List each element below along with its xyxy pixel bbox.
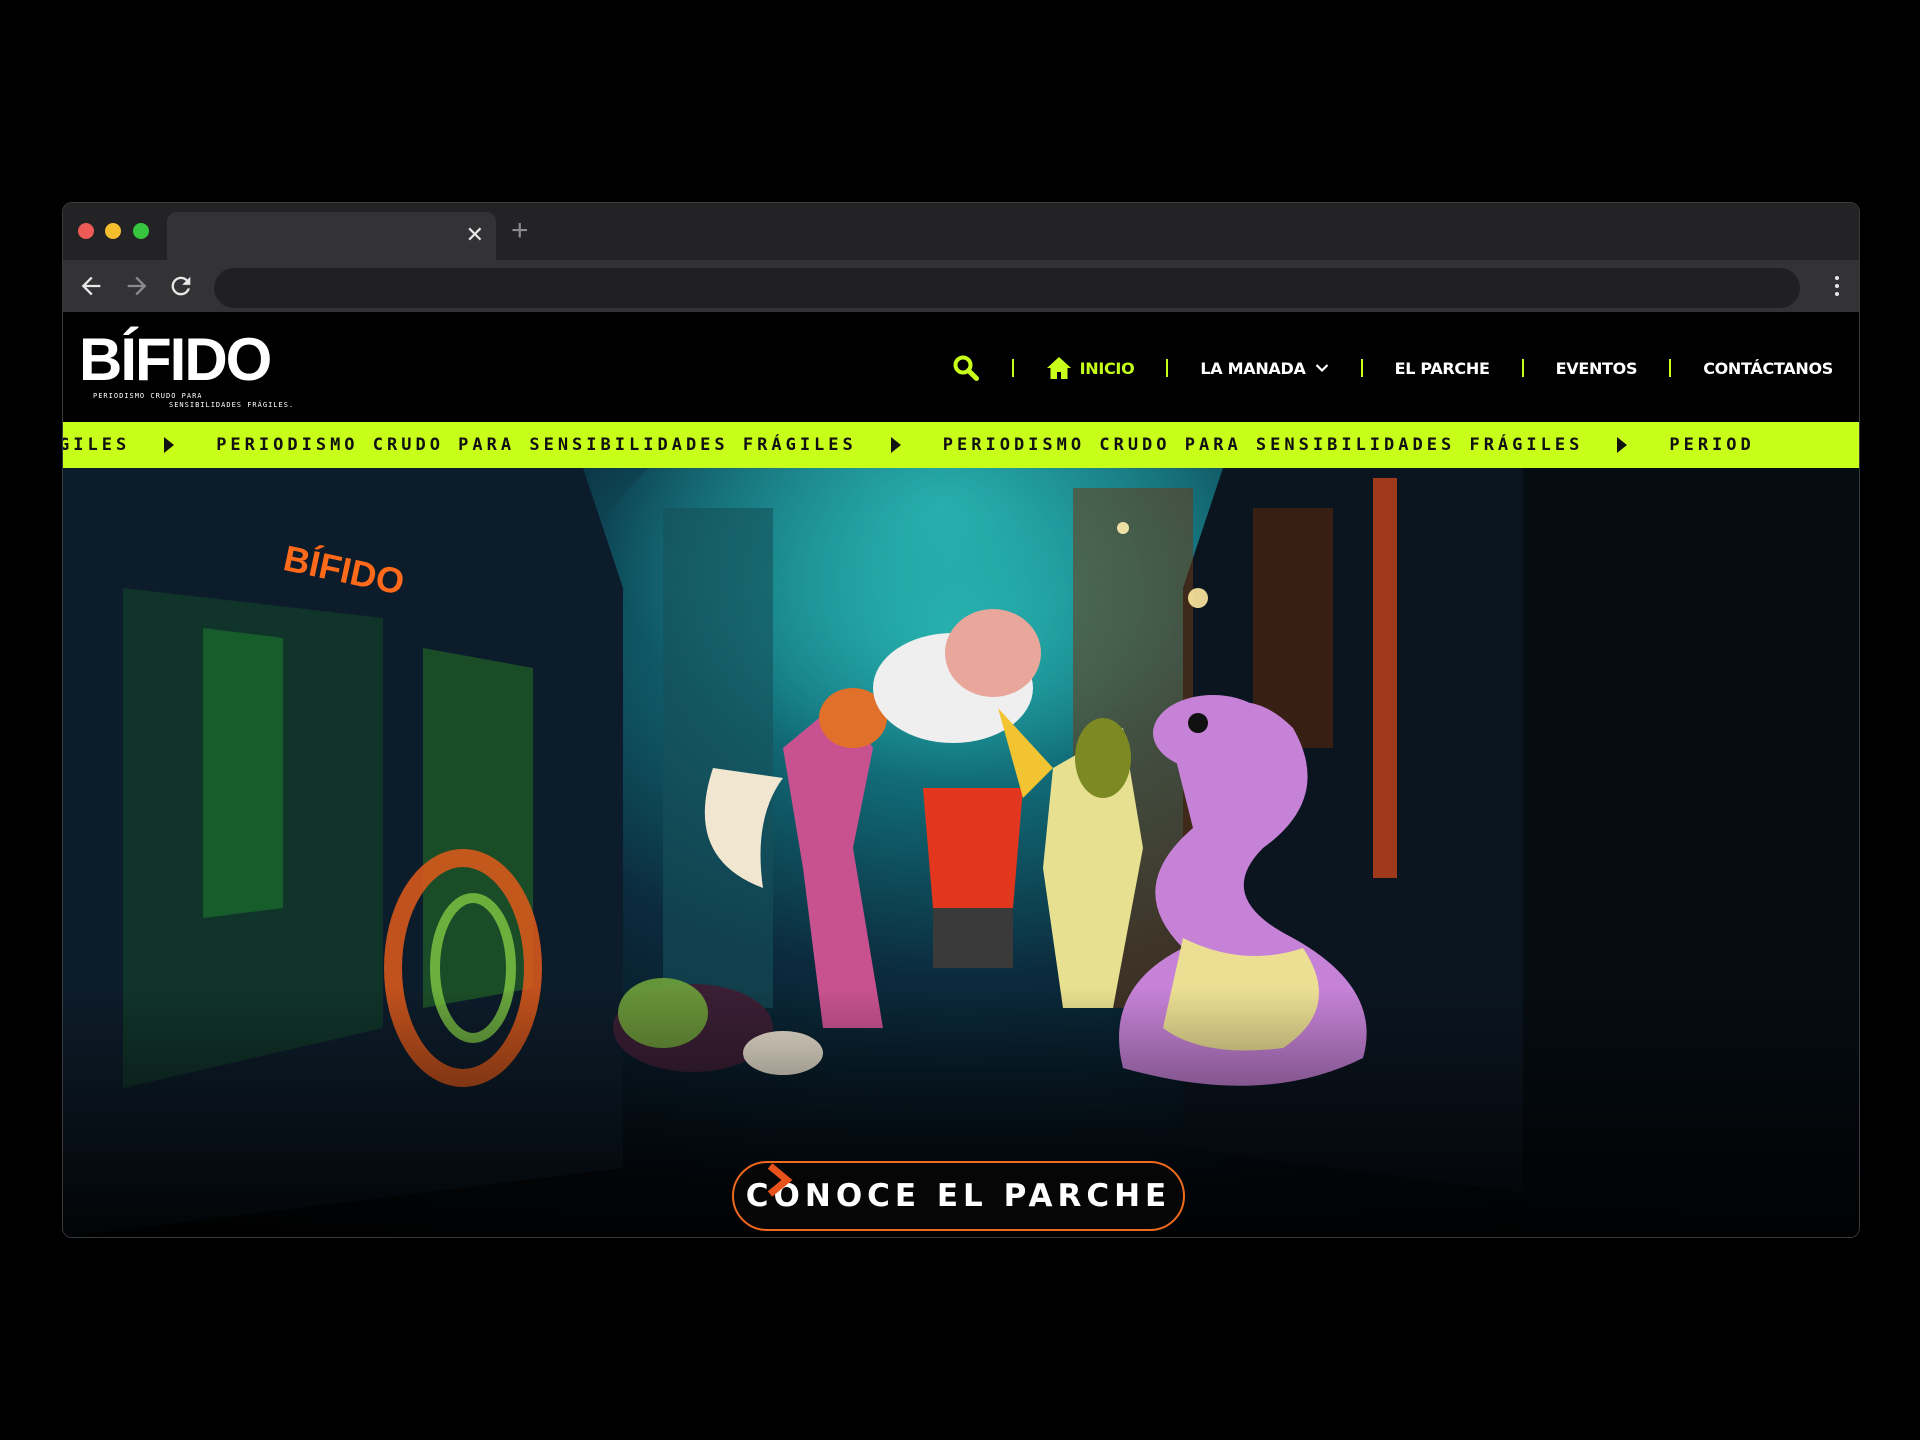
browser-window: ✕ + BÍFIDO PERIODISMO CRUDO PARA SENSIBI… — [62, 202, 1860, 1238]
ticker-row: GILES PERIODISMO CRUDO PARA SENSIBILIDAD… — [63, 422, 1755, 468]
nav-item-eventos[interactable]: EVENTOS — [1556, 359, 1638, 378]
hero-illustration: BÍFIDO CONOCE EL PARCHE — [63, 468, 1859, 1237]
tab-strip: ✕ + — [63, 203, 1859, 260]
main-nav: INICIO LA MANADA EL PARCHE EVENTOS CONTÁ… — [952, 350, 1833, 386]
bifido-logo[interactable]: BÍFIDO PERIODISMO CRUDO PARA SENSIBILIDA… — [79, 330, 299, 412]
orange-pipe — [1373, 478, 1397, 878]
nav-item-contactanos[interactable]: CONTÁCTANOS — [1703, 359, 1833, 378]
site-header: BÍFIDO PERIODISMO CRUDO PARA SENSIBILIDA… — [63, 312, 1859, 422]
address-bar[interactable] — [214, 268, 1800, 308]
new-tab-button[interactable]: + — [511, 216, 529, 246]
browser-toolbar — [63, 260, 1859, 312]
nav-item-inicio-label: INICIO — [1079, 358, 1135, 378]
chevron-right-icon — [767, 1163, 793, 1197]
nav-separator — [1521, 359, 1524, 377]
maximize-window-button[interactable] — [133, 223, 149, 239]
vulture-shorts — [933, 908, 1013, 968]
forward-arrow-icon[interactable] — [123, 272, 151, 300]
close-window-button[interactable] — [78, 223, 94, 239]
nav-separator — [1669, 359, 1672, 377]
vulture-head — [945, 609, 1041, 697]
logo-wordmark: BÍFIDO — [79, 326, 272, 393]
browser-tab[interactable]: ✕ — [167, 212, 496, 260]
reload-icon[interactable] — [167, 272, 195, 300]
cta-label: CONOCE EL PARCHE — [745, 1178, 1172, 1214]
chevron-down-icon — [1315, 364, 1328, 373]
nav-separator — [1360, 359, 1363, 377]
street-light — [1188, 588, 1208, 608]
tagline-ticker: GILES PERIODISMO CRUDO PARA SENSIBILIDAD… — [63, 422, 1859, 468]
nav-item-inicio[interactable]: INICIO — [1046, 356, 1135, 380]
snake-eye — [1188, 713, 1208, 733]
home-icon — [1046, 357, 1071, 379]
alley-building — [663, 508, 773, 1008]
close-tab-icon[interactable]: ✕ — [466, 222, 484, 248]
snake-head — [1153, 695, 1273, 771]
conoce-el-parche-button[interactable]: CONOCE EL PARCHE — [732, 1161, 1185, 1231]
street-light — [1117, 522, 1129, 534]
play-arrow-icon — [890, 437, 901, 453]
play-arrow-icon — [1617, 437, 1628, 453]
search-icon[interactable] — [952, 354, 980, 382]
browser-menu-icon[interactable] — [1829, 272, 1845, 300]
ticker-text: PERIODISMO CRUDO PARA SENSIBILIDADES FRÁ… — [216, 435, 857, 455]
ticker-text-head: PERIOD — [1669, 435, 1755, 455]
minimize-window-button[interactable] — [105, 223, 121, 239]
hummingbird-head — [1075, 718, 1131, 798]
window-pane — [203, 628, 283, 918]
logo-tagline-line-1: PERIODISMO CRUDO PARA — [93, 392, 203, 400]
ticker-text-tail: GILES — [63, 435, 131, 455]
nav-item-la-manada[interactable]: LA MANADA — [1200, 359, 1328, 378]
play-arrow-icon — [164, 437, 175, 453]
ticker-text: PERIODISMO CRUDO PARA SENSIBILIDADES FRÁ… — [942, 435, 1584, 455]
logo-tagline-line-2: SENSIBILIDADES FRÁGILES. — [169, 401, 295, 409]
back-arrow-icon[interactable] — [77, 272, 105, 300]
alley-illustration: BÍFIDO — [63, 468, 1859, 1237]
nav-separator — [1166, 359, 1169, 377]
nav-item-la-manada-label: LA MANADA — [1200, 358, 1306, 378]
vulture-shirt — [923, 788, 1023, 908]
nav-separator — [1011, 359, 1014, 377]
nav-item-el-parche[interactable]: EL PARCHE — [1395, 359, 1490, 378]
